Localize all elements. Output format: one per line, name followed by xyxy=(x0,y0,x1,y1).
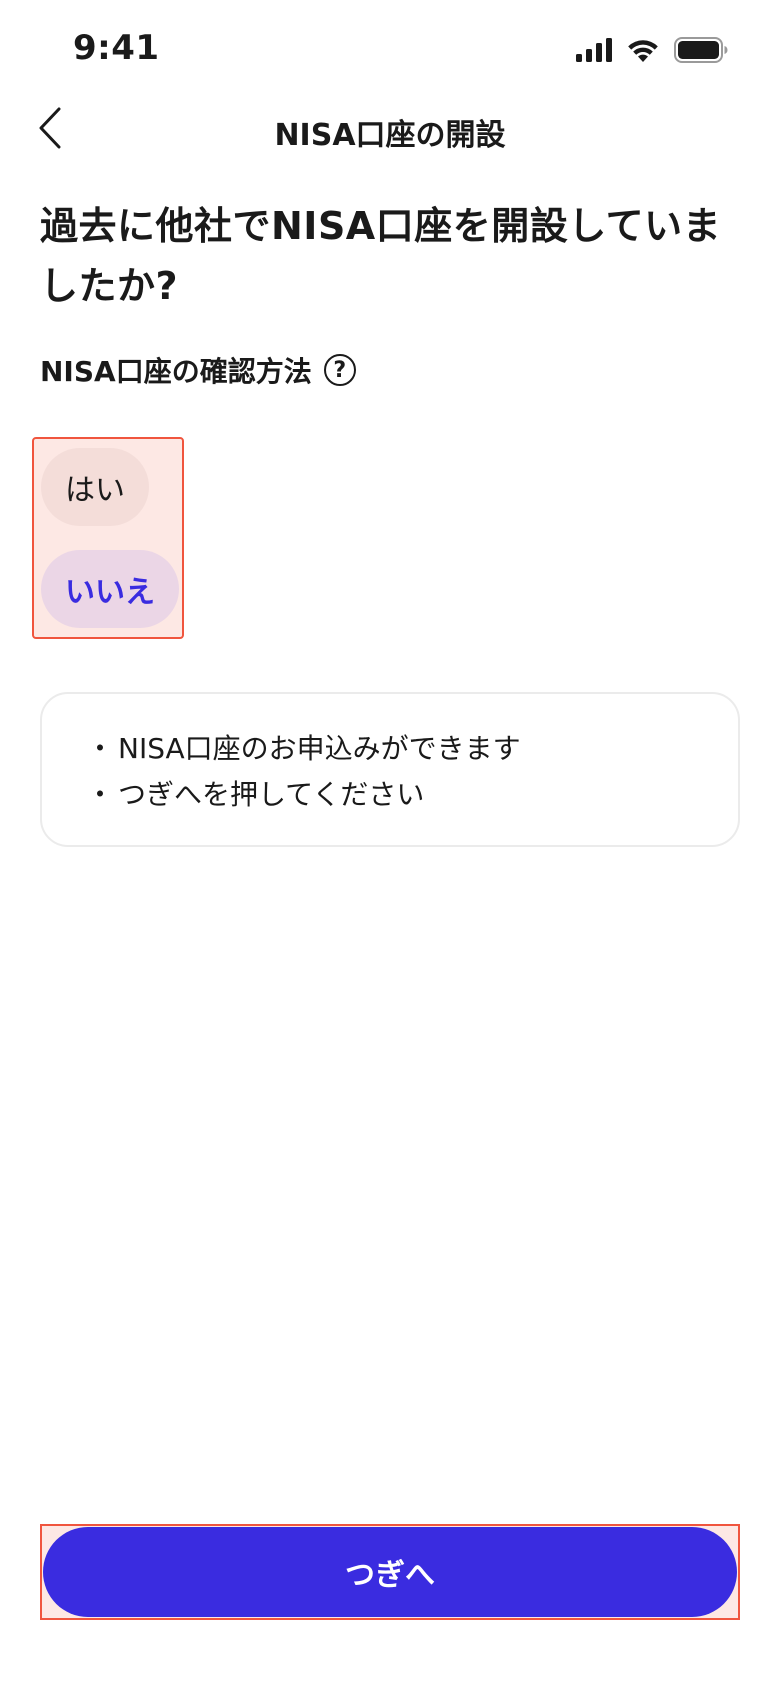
answer-options: はい いいえ xyxy=(32,437,184,639)
option-yes[interactable]: はい xyxy=(41,448,149,526)
cellular-signal-icon xyxy=(576,38,612,66)
info-text: つぎへを押してください xyxy=(118,778,425,811)
info-item: ・ NISA口座のお申込みができます xyxy=(86,726,738,772)
status-time: 9:41 xyxy=(73,28,160,68)
question-title: 過去に他社でNISA口座を開設していま したか? xyxy=(40,196,740,316)
option-no[interactable]: いいえ xyxy=(41,550,179,628)
question-title-line2: したか? xyxy=(40,264,179,308)
page-title: NISA口座の開設 xyxy=(274,118,506,153)
next-button[interactable]: つぎへ xyxy=(43,1527,737,1617)
wifi-icon xyxy=(626,37,660,67)
info-item: ・ つぎへを押してください xyxy=(86,772,738,818)
next-button-area: つぎへ xyxy=(40,1524,740,1620)
bullet: ・ xyxy=(86,732,115,765)
battery-icon xyxy=(674,37,728,67)
question-title-line1: 過去に他社でNISA口座を開設していま xyxy=(40,204,722,248)
status-bar: 9:41 xyxy=(0,0,780,104)
subheading-label: NISA口座の確認方法 xyxy=(40,355,312,388)
question-circle-icon[interactable]: ? xyxy=(323,354,356,386)
status-icons xyxy=(576,37,728,67)
nav-header: NISA口座の開設 xyxy=(0,104,780,154)
info-box: ・ NISA口座のお申込みができます ・ つぎへを押してください xyxy=(40,692,740,847)
bullet: ・ xyxy=(86,778,115,811)
help-glyph: ? xyxy=(333,357,347,383)
nisa-confirmation-heading: NISA口座の確認方法 ? xyxy=(40,348,356,392)
info-text: NISA口座のお申込みができます xyxy=(118,732,521,765)
